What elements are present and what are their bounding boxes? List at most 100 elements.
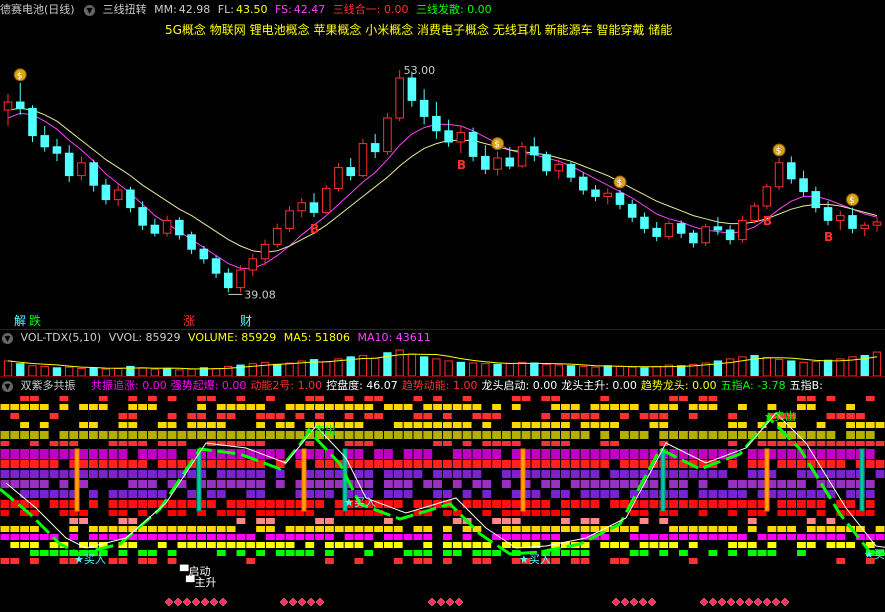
resonance-cell (551, 449, 560, 459)
resonance-cell (826, 413, 836, 419)
resonance-cell (128, 480, 138, 488)
resonance-indicator-chart[interactable]: ★卖出★卖出★买入★买入★买入★买入▀启动▀主升 (0, 394, 885, 612)
candle (236, 269, 245, 289)
resonance-cell (452, 431, 462, 439)
resonance-cell (600, 490, 610, 498)
resonance-cell (521, 422, 531, 428)
volume-indicator-name[interactable]: VOL-TDX(5,10) (21, 331, 102, 344)
resonance-cell (649, 542, 659, 548)
candle (554, 163, 564, 172)
resonance-cell (639, 490, 649, 498)
resonance-cell (629, 470, 639, 478)
resonance-cell (688, 413, 698, 419)
resonance-cell (197, 534, 206, 540)
resonance-cell (472, 542, 482, 548)
resonance-cell (570, 480, 580, 488)
resonance-cell (266, 526, 275, 532)
main-indicator-name[interactable]: 三线扭转 (103, 3, 147, 16)
resonance-cell (79, 449, 88, 459)
resonance-cell (452, 510, 462, 516)
resonance-cell (443, 431, 452, 439)
resonance-cell (541, 449, 551, 459)
resonance-cell (551, 441, 560, 446)
resonance-cell (511, 542, 521, 548)
volume-bar (591, 366, 600, 376)
resonance-cell (207, 542, 216, 548)
diamond-marker (306, 597, 316, 607)
resonance-cell (580, 431, 590, 439)
chevron-down-icon[interactable]: ▼ (84, 4, 96, 16)
resonance-cell (777, 449, 787, 459)
resonance-cell (580, 460, 590, 468)
resonance-cell (738, 404, 747, 410)
fl-label: FL: (217, 3, 234, 16)
resonance-cell (157, 490, 167, 498)
resonance-cell (767, 441, 777, 446)
resonance-cell (0, 441, 10, 446)
resonance-cell (128, 396, 138, 401)
resonance-cell (806, 490, 816, 498)
indicator-value-0: 共振追涨: 0.00 (91, 379, 167, 392)
resonance-cell (492, 449, 501, 459)
resonance-cell (305, 449, 315, 459)
resonance-cell (374, 460, 383, 468)
resonance-cell (502, 510, 511, 516)
resonance-cell (649, 404, 659, 410)
volume-bar (542, 363, 551, 376)
resonance-cell (688, 470, 698, 478)
resonance-cell (285, 534, 295, 540)
resonance-cell (600, 542, 610, 548)
resonance-cell (334, 422, 344, 428)
resonance-cell (384, 534, 393, 540)
resonance-cell (767, 534, 777, 540)
resonance-cell (433, 422, 442, 428)
resonance-cell (266, 534, 275, 540)
resonance-cell (10, 500, 20, 508)
resonance-cell (315, 526, 324, 532)
resonance-cell (708, 526, 718, 532)
resonance-cell (639, 550, 649, 556)
pane-divider (0, 376, 885, 377)
resonance-cell (452, 542, 462, 548)
resonance-cell (600, 449, 610, 459)
resonance-cell (708, 470, 718, 478)
resonance-cell (561, 449, 570, 459)
volume-chart[interactable] (0, 346, 885, 376)
lower-indicator-name[interactable]: 双紫多共振 (21, 379, 76, 392)
candle (346, 167, 355, 177)
diamond-marker (191, 597, 201, 607)
resonance-cell (570, 550, 580, 556)
resonance-cell (108, 441, 118, 446)
resonance-cell (148, 480, 157, 488)
volume-bar (762, 357, 772, 376)
resonance-cell (472, 404, 482, 410)
resonance-cell (275, 550, 285, 556)
resonance-cell (10, 413, 20, 419)
resonance-cell (728, 550, 737, 556)
resonance-cell (728, 431, 737, 439)
resonance-cell (502, 518, 511, 524)
resonance-cell (79, 431, 88, 439)
chevron-down-icon[interactable]: ▼ (2, 332, 13, 344)
resonance-cell (521, 526, 531, 532)
diamond-marker (454, 597, 464, 607)
candlestick-chart[interactable]: 39.08 53.00 B B B B $ $ $ $ $ 解跌 涨 财 (0, 20, 885, 330)
resonance-cell (138, 558, 147, 564)
stock-name[interactable]: 德赛电池(日线) (0, 3, 75, 16)
resonance-cell (216, 460, 226, 468)
volume-bar (468, 362, 478, 376)
candle (848, 215, 857, 229)
candle (750, 205, 759, 221)
candle (627, 203, 637, 218)
resonance-cell (511, 396, 521, 401)
resonance-cell (482, 550, 492, 556)
resonance-cell (865, 500, 875, 508)
resonance-cell (216, 404, 226, 410)
resonance-cell (384, 431, 393, 439)
candle (40, 135, 50, 148)
resonance-cell (216, 422, 226, 428)
resonance-cell (177, 542, 187, 548)
resonance-cell (728, 534, 737, 540)
resonance-cell (502, 480, 511, 488)
chevron-down-icon[interactable]: ▼ (2, 380, 13, 392)
